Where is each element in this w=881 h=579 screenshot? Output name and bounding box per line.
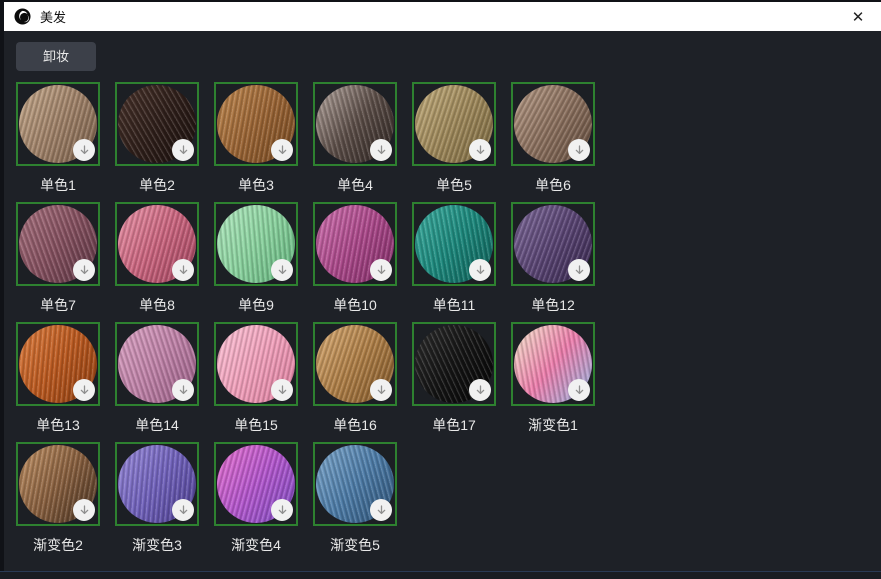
hair-color-item: 单色17	[412, 322, 496, 435]
hair-color-item: 渐变色5	[313, 442, 397, 555]
hair-color-tile[interactable]	[115, 442, 199, 526]
download-icon[interactable]	[568, 259, 590, 281]
tile-label: 渐变色3	[132, 535, 182, 555]
download-icon[interactable]	[370, 259, 392, 281]
download-icon[interactable]	[469, 259, 491, 281]
hair-color-item: 渐变色2	[16, 442, 100, 555]
hair-color-tile[interactable]	[313, 82, 397, 166]
tile-label: 单色10	[333, 295, 377, 315]
download-icon[interactable]	[73, 499, 95, 521]
hair-color-tile[interactable]	[115, 82, 199, 166]
dialog-title: 美发	[40, 7, 66, 26]
tile-label: 单色14	[135, 415, 179, 435]
hair-color-tile[interactable]	[412, 82, 496, 166]
tile-label: 渐变色5	[330, 535, 380, 555]
download-icon[interactable]	[271, 259, 293, 281]
hair-color-tile[interactable]	[16, 202, 100, 286]
download-icon[interactable]	[568, 139, 590, 161]
hair-color-item: 单色15	[214, 322, 298, 435]
hair-color-item: 渐变色4	[214, 442, 298, 555]
hair-color-item: 单色11	[412, 202, 496, 315]
hair-color-item: 单色5	[412, 82, 496, 195]
tile-label: 单色16	[333, 415, 377, 435]
tile-label: 单色4	[337, 175, 373, 195]
download-icon[interactable]	[73, 379, 95, 401]
hair-color-item: 单色12	[511, 202, 595, 315]
hair-color-tile[interactable]	[16, 442, 100, 526]
dialog-content: 卸妆 单色1 单色2	[4, 31, 881, 571]
swatch-grid: 单色1 单色2 单色3	[16, 82, 610, 555]
hair-color-item: 渐变色3	[115, 442, 199, 555]
hair-color-tile[interactable]	[16, 82, 100, 166]
hair-color-item: 单色3	[214, 82, 298, 195]
hair-color-tile[interactable]	[115, 322, 199, 406]
hair-color-item: 单色2	[115, 82, 199, 195]
hair-color-item: 单色10	[313, 202, 397, 315]
download-icon[interactable]	[568, 379, 590, 401]
tile-label: 单色9	[238, 295, 274, 315]
hair-color-tile[interactable]	[16, 322, 100, 406]
download-icon[interactable]	[73, 259, 95, 281]
hair-color-tile[interactable]	[115, 202, 199, 286]
tile-label: 单色11	[433, 295, 476, 315]
tile-label: 单色5	[436, 175, 472, 195]
tile-label: 单色17	[432, 415, 476, 435]
download-icon[interactable]	[172, 379, 194, 401]
hair-color-tile[interactable]	[511, 82, 595, 166]
hair-color-tile[interactable]	[214, 322, 298, 406]
download-icon[interactable]	[172, 499, 194, 521]
hair-color-tile[interactable]	[511, 322, 595, 406]
tile-label: 单色3	[238, 175, 274, 195]
tile-label: 单色1	[40, 175, 76, 195]
hair-color-item: 单色9	[214, 202, 298, 315]
obs-logo-icon	[14, 8, 31, 25]
download-icon[interactable]	[73, 139, 95, 161]
hair-color-tile[interactable]	[412, 202, 496, 286]
hair-color-tile[interactable]	[313, 202, 397, 286]
hair-color-item: 单色8	[115, 202, 199, 315]
hair-color-tile[interactable]	[214, 202, 298, 286]
hair-color-item: 单色14	[115, 322, 199, 435]
hair-color-item: 单色4	[313, 82, 397, 195]
tile-label: 渐变色2	[33, 535, 83, 555]
hair-color-tile[interactable]	[313, 442, 397, 526]
tile-label: 单色15	[234, 415, 278, 435]
download-icon[interactable]	[469, 139, 491, 161]
hair-color-item: 单色6	[511, 82, 595, 195]
close-icon[interactable]: ✕	[845, 6, 871, 28]
tile-label: 渐变色1	[528, 415, 578, 435]
hair-color-item: 单色1	[16, 82, 100, 195]
hair-color-tile[interactable]	[412, 322, 496, 406]
hair-color-tile[interactable]	[214, 82, 298, 166]
hair-color-tile[interactable]	[511, 202, 595, 286]
hair-style-dialog: 美发 ✕ 卸妆 单色1 单色2	[4, 2, 881, 571]
hair-color-tile[interactable]	[214, 442, 298, 526]
background-window-edge	[0, 571, 881, 579]
hair-color-item: 单色7	[16, 202, 100, 315]
download-icon[interactable]	[271, 139, 293, 161]
download-icon[interactable]	[469, 379, 491, 401]
download-icon[interactable]	[370, 379, 392, 401]
dialog-titlebar: 美发 ✕	[4, 2, 881, 31]
hair-color-tile[interactable]	[313, 322, 397, 406]
hair-color-item: 单色16	[313, 322, 397, 435]
tile-label: 单色7	[40, 295, 76, 315]
hair-color-item: 渐变色1	[511, 322, 595, 435]
download-icon[interactable]	[370, 139, 392, 161]
download-icon[interactable]	[172, 259, 194, 281]
download-icon[interactable]	[370, 499, 392, 521]
tile-label: 单色2	[139, 175, 175, 195]
download-icon[interactable]	[172, 139, 194, 161]
hair-color-item: 单色13	[16, 322, 100, 435]
tile-label: 单色6	[535, 175, 571, 195]
remove-makeup-button[interactable]: 卸妆	[16, 42, 96, 71]
tile-label: 单色13	[36, 415, 80, 435]
tile-label: 单色12	[531, 295, 575, 315]
download-icon[interactable]	[271, 379, 293, 401]
download-icon[interactable]	[271, 499, 293, 521]
tile-label: 渐变色4	[231, 535, 281, 555]
tile-label: 单色8	[139, 295, 175, 315]
